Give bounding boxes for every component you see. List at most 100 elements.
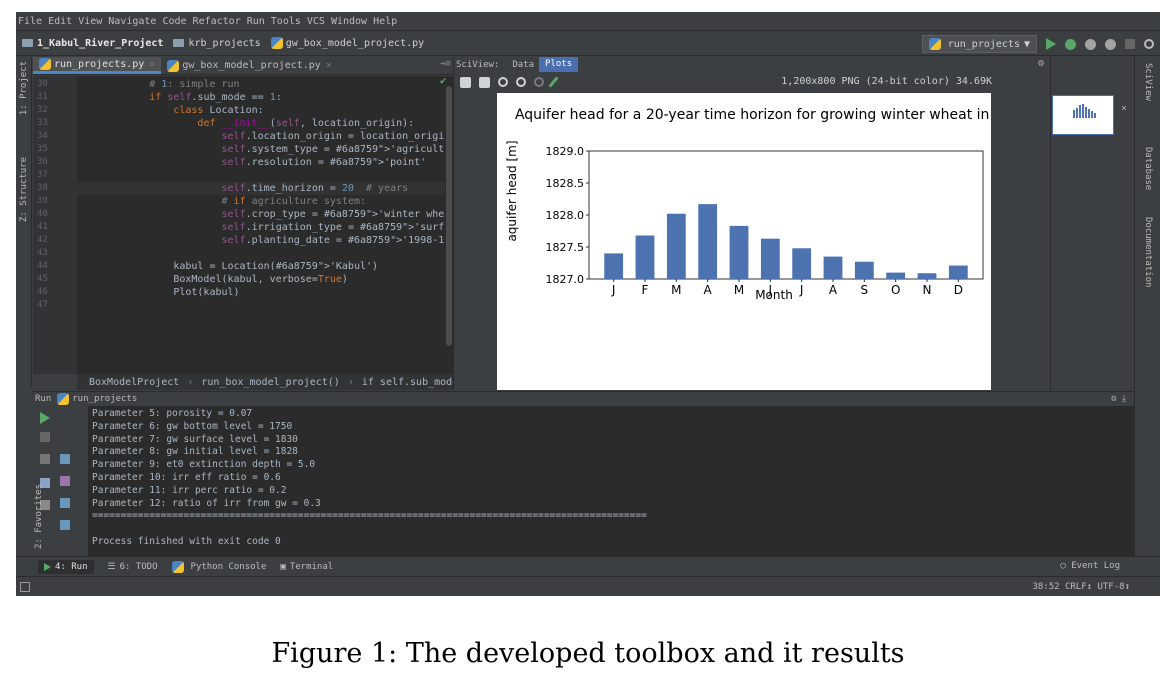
x-tick-label: O — [891, 283, 900, 297]
run-config-select[interactable]: run_projects ▼ — [921, 35, 1037, 53]
close-icon[interactable]: × — [149, 59, 155, 70]
sciview-tab-data[interactable]: Data — [507, 60, 539, 70]
menu-code[interactable]: Code — [162, 16, 186, 27]
tool-tab-project[interactable]: 1: Project — [19, 61, 29, 115]
code-line[interactable] — [77, 247, 445, 260]
tool-tab-documentation[interactable]: Documentation — [1143, 217, 1153, 287]
color-picker-icon[interactable] — [548, 76, 559, 88]
code-line[interactable]: self.location_origin = location_origin — [77, 130, 451, 143]
trash-icon[interactable] — [60, 520, 70, 530]
tool-tab-favorites[interactable]: 2: Favorites — [34, 484, 44, 549]
line-number: 30 — [37, 79, 48, 89]
editor-tab-gw-box-model[interactable]: gw_box_model_project.py × — [161, 57, 338, 74]
run-config-name[interactable]: run_projects — [72, 394, 137, 404]
stop-icon[interactable] — [40, 432, 50, 442]
profile-icon[interactable] — [1105, 38, 1116, 50]
code-line[interactable]: self.crop_type = #6a8759">'winter wheat' — [77, 208, 463, 221]
zoom-out-icon[interactable] — [516, 77, 526, 87]
sciview-panel: SciView: Data Plots ⚙ 1,200x800 PNG (24-… — [453, 57, 1062, 390]
code-editor[interactable]: # 1: simple run if self.sub_mode == 1: c… — [77, 76, 529, 374]
tool-windows-icon[interactable] — [20, 582, 30, 592]
tab-list-icon[interactable]: ⇥≡ — [440, 59, 451, 69]
code-line[interactable]: Plot(kabul) — [77, 286, 445, 299]
grid-icon[interactable] — [479, 76, 490, 88]
code-line[interactable]: BoxModel(kabul, verbose=True) — [77, 273, 445, 286]
breadcrumb-function[interactable]: run_box_model_project() — [201, 377, 339, 388]
ide-window: File Edit View Navigate Code Refactor Ru… — [16, 12, 1160, 596]
nav-folder[interactable]: krb_projects — [173, 38, 261, 49]
console-line: Parameter 6: gw bottom level = 1750 — [92, 420, 293, 432]
bottom-tab-todo[interactable]: ☰ 6: TODO — [108, 562, 158, 572]
menu-edit[interactable]: Edit — [48, 16, 72, 27]
console-line: Parameter 12: ratio of irr from gw = 0.3 — [92, 497, 321, 509]
tool-tab-sciview[interactable]: SciView — [1143, 63, 1153, 101]
gear-icon[interactable]: ⚙ — [1038, 58, 1044, 69]
menu-run[interactable]: Run — [247, 16, 265, 27]
scroll-to-end-icon[interactable] — [60, 476, 70, 486]
bar — [823, 256, 843, 279]
bottom-tab-python-console[interactable]: Python Console — [171, 560, 266, 573]
menu-file[interactable]: File — [18, 16, 42, 27]
code-line[interactable]: def __init__(self, location_origin): — [77, 117, 445, 130]
chevron-right-icon: › — [347, 376, 354, 388]
menu-tools[interactable]: Tools — [271, 16, 301, 27]
code-line[interactable] — [77, 169, 445, 182]
close-icon[interactable]: × — [1121, 103, 1127, 114]
code-line[interactable]: class Location: — [77, 104, 445, 117]
sciview-tab-plots[interactable]: Plots — [539, 57, 579, 72]
run-console-output[interactable]: Parameter 5: porosity = 0.07 Parameter 6:… — [88, 406, 1134, 556]
run-toolbar: 2: Favorites — [32, 406, 88, 556]
zoom-in-icon[interactable] — [498, 77, 508, 87]
scrollbar-thumb[interactable] — [446, 86, 452, 346]
print-icon[interactable] — [60, 498, 70, 508]
run-icon[interactable] — [1046, 38, 1056, 50]
python-file-icon — [270, 37, 283, 49]
close-icon[interactable]: × — [326, 60, 332, 71]
sciview-label: SciView: — [456, 59, 500, 70]
tool-tab-structure[interactable]: Z: Structure — [19, 157, 29, 222]
bottom-tab-terminal[interactable]: ▣ Terminal — [280, 562, 333, 572]
code-line[interactable]: self.planting_date = #6a8759">'1998-10-0… — [77, 234, 529, 247]
event-log-button[interactable]: ◯ Event Log — [1060, 561, 1120, 571]
bar — [729, 225, 749, 279]
tool-tab-database[interactable]: Database — [1143, 147, 1153, 190]
debug-icon[interactable] — [1065, 38, 1076, 50]
plot-thumbnail[interactable] — [1052, 95, 1114, 135]
x-tick-label: N — [923, 283, 932, 297]
pause-icon[interactable] — [40, 454, 50, 464]
code-line[interactable] — [77, 299, 445, 312]
status-info[interactable]: 38:52 CRLF↕ UTF-8↕ — [1032, 582, 1130, 592]
code-line[interactable]: # if agriculture system: — [77, 195, 445, 208]
code-line[interactable]: # 1: simple run — [77, 78, 445, 91]
code-line[interactable]: self.time_horizon = 20 # years — [77, 182, 445, 195]
breadcrumb-class[interactable]: BoxModelProject — [89, 377, 179, 388]
code-line[interactable]: self.resolution = #6a8759">'point' — [77, 156, 445, 169]
x-tick-label: S — [861, 283, 869, 297]
menu-window[interactable]: Window — [331, 16, 367, 27]
code-line[interactable]: self.system_type = #6a8759">'agriculture… — [77, 143, 469, 156]
bottom-tab-run[interactable]: 4: Run — [38, 559, 94, 574]
image-icon[interactable] — [460, 76, 471, 88]
editor-scrollbar[interactable] — [445, 76, 453, 374]
coverage-icon[interactable] — [1085, 38, 1096, 50]
zoom-actual-icon[interactable] — [534, 77, 544, 87]
line-number: 34 — [37, 131, 48, 141]
nav-project[interactable]: 1_Kabul_River_Project — [22, 38, 163, 49]
menu-vcs[interactable]: VCS — [307, 16, 325, 27]
gear-icon[interactable]: ⚙ ⤓ — [1111, 394, 1126, 404]
nav-file[interactable]: gw_box_model_project.py — [270, 37, 424, 49]
menu-refactor[interactable]: Refactor — [193, 16, 241, 27]
code-line[interactable]: self.irrigation_type = #6a8759">'surface… — [77, 221, 469, 234]
console-line: Parameter 10: irr eff ratio = 0.6 — [92, 472, 281, 483]
code-line[interactable]: if self.sub_mode == 1: — [77, 91, 445, 104]
menu-navigate[interactable]: Navigate — [108, 16, 156, 27]
editor-tab-run-projects[interactable]: run_projects.py × — [33, 57, 162, 74]
menu-help[interactable]: Help — [373, 16, 397, 27]
menu-view[interactable]: View — [78, 16, 102, 27]
rerun-icon[interactable] — [40, 412, 50, 424]
stop-icon[interactable] — [1125, 39, 1135, 49]
search-icon[interactable] — [1144, 39, 1154, 49]
breadcrumb-block[interactable]: if self.sub_mode = — [362, 377, 453, 388]
code-line[interactable]: kabul = Location(#6a8759">'Kabul') — [77, 260, 445, 273]
soft-wrap-icon[interactable] — [60, 454, 70, 464]
